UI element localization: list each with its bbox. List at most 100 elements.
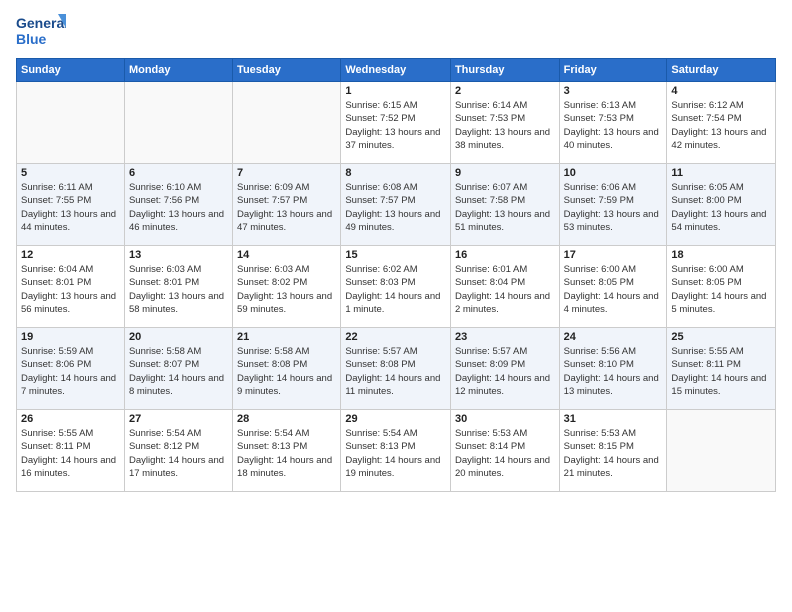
week-row-1: 1 Sunrise: 6:15 AM Sunset: 7:52 PM Daylig… [17,82,776,164]
col-header-friday: Friday [559,59,667,82]
day-number: 22 [345,331,446,343]
day-info: Sunrise: 6:15 AM Sunset: 7:52 PM Dayligh… [345,99,446,152]
col-header-monday: Monday [124,59,232,82]
day-cell [667,410,776,492]
day-cell: 1 Sunrise: 6:15 AM Sunset: 7:52 PM Daylig… [341,82,451,164]
day-info: Sunrise: 5:58 AM Sunset: 8:07 PM Dayligh… [129,345,228,398]
day-number: 7 [237,167,336,179]
logo-svg: General Blue [16,12,66,50]
day-number: 14 [237,249,336,261]
day-cell [17,82,125,164]
day-info: Sunrise: 6:02 AM Sunset: 8:03 PM Dayligh… [345,263,446,316]
day-cell: 28 Sunrise: 5:54 AM Sunset: 8:13 PM Dayli… [233,410,341,492]
day-info: Sunrise: 6:00 AM Sunset: 8:05 PM Dayligh… [564,263,663,316]
day-number: 25 [671,331,771,343]
day-cell: 5Sunrise: 6:11 AM Sunset: 7:55 PM Daylig… [17,164,125,246]
header: General Blue [16,12,776,50]
day-number: 8 [345,167,446,179]
day-info: Sunrise: 6:04 AM Sunset: 8:01 PM Dayligh… [21,263,120,316]
day-number: 26 [21,413,120,425]
day-cell: 22 Sunrise: 5:57 AM Sunset: 8:08 PM Dayli… [341,328,451,410]
day-cell: 15 Sunrise: 6:02 AM Sunset: 8:03 PM Dayli… [341,246,451,328]
day-info: Sunrise: 6:07 AM Sunset: 7:58 PM Dayligh… [455,181,555,234]
day-info: Sunrise: 6:00 AM Sunset: 8:05 PM Dayligh… [671,263,771,316]
day-number: 30 [455,413,555,425]
day-cell: 12Sunrise: 6:04 AM Sunset: 8:01 PM Dayli… [17,246,125,328]
day-cell: 11 Sunrise: 6:05 AM Sunset: 8:00 PM Dayli… [667,164,776,246]
day-number: 10 [564,167,663,179]
day-cell: 21 Sunrise: 5:58 AM Sunset: 8:08 PM Dayli… [233,328,341,410]
day-info: Sunrise: 5:53 AM Sunset: 8:14 PM Dayligh… [455,427,555,480]
week-row-3: 12Sunrise: 6:04 AM Sunset: 8:01 PM Dayli… [17,246,776,328]
day-cell: 16Sunrise: 6:01 AM Sunset: 8:04 PM Dayli… [450,246,559,328]
day-number: 4 [671,85,771,97]
day-info: Sunrise: 5:57 AM Sunset: 8:09 PM Dayligh… [455,345,555,398]
logo: General Blue [16,12,66,50]
week-row-5: 26 Sunrise: 5:55 AM Sunset: 8:11 PM Dayli… [17,410,776,492]
day-cell: 31 Sunrise: 5:53 AM Sunset: 8:15 PM Dayli… [559,410,667,492]
day-cell: 14 Sunrise: 6:03 AM Sunset: 8:02 PM Dayli… [233,246,341,328]
day-number: 29 [345,413,446,425]
day-cell: 3 Sunrise: 6:13 AM Sunset: 7:53 PM Daylig… [559,82,667,164]
day-info: Sunrise: 6:09 AM Sunset: 7:57 PM Dayligh… [237,181,336,234]
day-cell: 26 Sunrise: 5:55 AM Sunset: 8:11 PM Dayli… [17,410,125,492]
day-cell: 6Sunrise: 6:10 AM Sunset: 7:56 PM Daylig… [124,164,232,246]
col-header-tuesday: Tuesday [233,59,341,82]
svg-text:General: General [16,15,66,31]
day-info: Sunrise: 5:53 AM Sunset: 8:15 PM Dayligh… [564,427,663,480]
day-number: 1 [345,85,446,97]
day-number: 13 [129,249,228,261]
day-cell: 18 Sunrise: 6:00 AM Sunset: 8:05 PM Dayli… [667,246,776,328]
day-info: Sunrise: 5:54 AM Sunset: 8:12 PM Dayligh… [129,427,228,480]
day-cell: 10Sunrise: 6:06 AM Sunset: 7:59 PM Dayli… [559,164,667,246]
day-number: 6 [129,167,228,179]
day-number: 15 [345,249,446,261]
day-info: Sunrise: 6:03 AM Sunset: 8:01 PM Dayligh… [129,263,228,316]
col-header-thursday: Thursday [450,59,559,82]
day-info: Sunrise: 6:01 AM Sunset: 8:04 PM Dayligh… [455,263,555,316]
day-cell: 19Sunrise: 5:59 AM Sunset: 8:06 PM Dayli… [17,328,125,410]
col-header-wednesday: Wednesday [341,59,451,82]
day-cell: 25Sunrise: 5:55 AM Sunset: 8:11 PM Dayli… [667,328,776,410]
day-cell [233,82,341,164]
day-number: 11 [671,167,771,179]
day-number: 28 [237,413,336,425]
day-info: Sunrise: 5:55 AM Sunset: 8:11 PM Dayligh… [21,427,120,480]
day-cell: 7 Sunrise: 6:09 AM Sunset: 7:57 PM Daylig… [233,164,341,246]
day-info: Sunrise: 5:54 AM Sunset: 8:13 PM Dayligh… [237,427,336,480]
day-cell: 29 Sunrise: 5:54 AM Sunset: 8:13 PM Dayli… [341,410,451,492]
day-cell: 2Sunrise: 6:14 AM Sunset: 7:53 PM Daylig… [450,82,559,164]
day-number: 3 [564,85,663,97]
day-info: Sunrise: 6:12 AM Sunset: 7:54 PM Dayligh… [671,99,771,152]
day-cell: 4 Sunrise: 6:12 AM Sunset: 7:54 PM Daylig… [667,82,776,164]
day-number: 9 [455,167,555,179]
day-number: 20 [129,331,228,343]
col-header-sunday: Sunday [17,59,125,82]
day-number: 17 [564,249,663,261]
day-number: 2 [455,85,555,97]
day-info: Sunrise: 6:08 AM Sunset: 7:57 PM Dayligh… [345,181,446,234]
day-info: Sunrise: 5:56 AM Sunset: 8:10 PM Dayligh… [564,345,663,398]
day-cell: 27 Sunrise: 5:54 AM Sunset: 8:12 PM Dayli… [124,410,232,492]
day-cell: 9 Sunrise: 6:07 AM Sunset: 7:58 PM Daylig… [450,164,559,246]
day-number: 18 [671,249,771,261]
col-header-saturday: Saturday [667,59,776,82]
day-number: 27 [129,413,228,425]
day-info: Sunrise: 6:05 AM Sunset: 8:00 PM Dayligh… [671,181,771,234]
day-info: Sunrise: 5:57 AM Sunset: 8:08 PM Dayligh… [345,345,446,398]
day-number: 21 [237,331,336,343]
svg-text:Blue: Blue [16,31,47,47]
week-row-2: 5Sunrise: 6:11 AM Sunset: 7:55 PM Daylig… [17,164,776,246]
day-info: Sunrise: 6:11 AM Sunset: 7:55 PM Dayligh… [21,181,120,234]
day-info: Sunrise: 5:54 AM Sunset: 8:13 PM Dayligh… [345,427,446,480]
day-number: 31 [564,413,663,425]
page: General Blue SundayMondayTuesdayWednesda… [0,0,792,612]
day-cell: 20 Sunrise: 5:58 AM Sunset: 8:07 PM Dayli… [124,328,232,410]
day-cell: 23Sunrise: 5:57 AM Sunset: 8:09 PM Dayli… [450,328,559,410]
day-cell: 17 Sunrise: 6:00 AM Sunset: 8:05 PM Dayli… [559,246,667,328]
day-cell: 13 Sunrise: 6:03 AM Sunset: 8:01 PM Dayli… [124,246,232,328]
day-info: Sunrise: 6:03 AM Sunset: 8:02 PM Dayligh… [237,263,336,316]
day-cell: 24Sunrise: 5:56 AM Sunset: 8:10 PM Dayli… [559,328,667,410]
day-info: Sunrise: 5:58 AM Sunset: 8:08 PM Dayligh… [237,345,336,398]
day-info: Sunrise: 6:13 AM Sunset: 7:53 PM Dayligh… [564,99,663,152]
